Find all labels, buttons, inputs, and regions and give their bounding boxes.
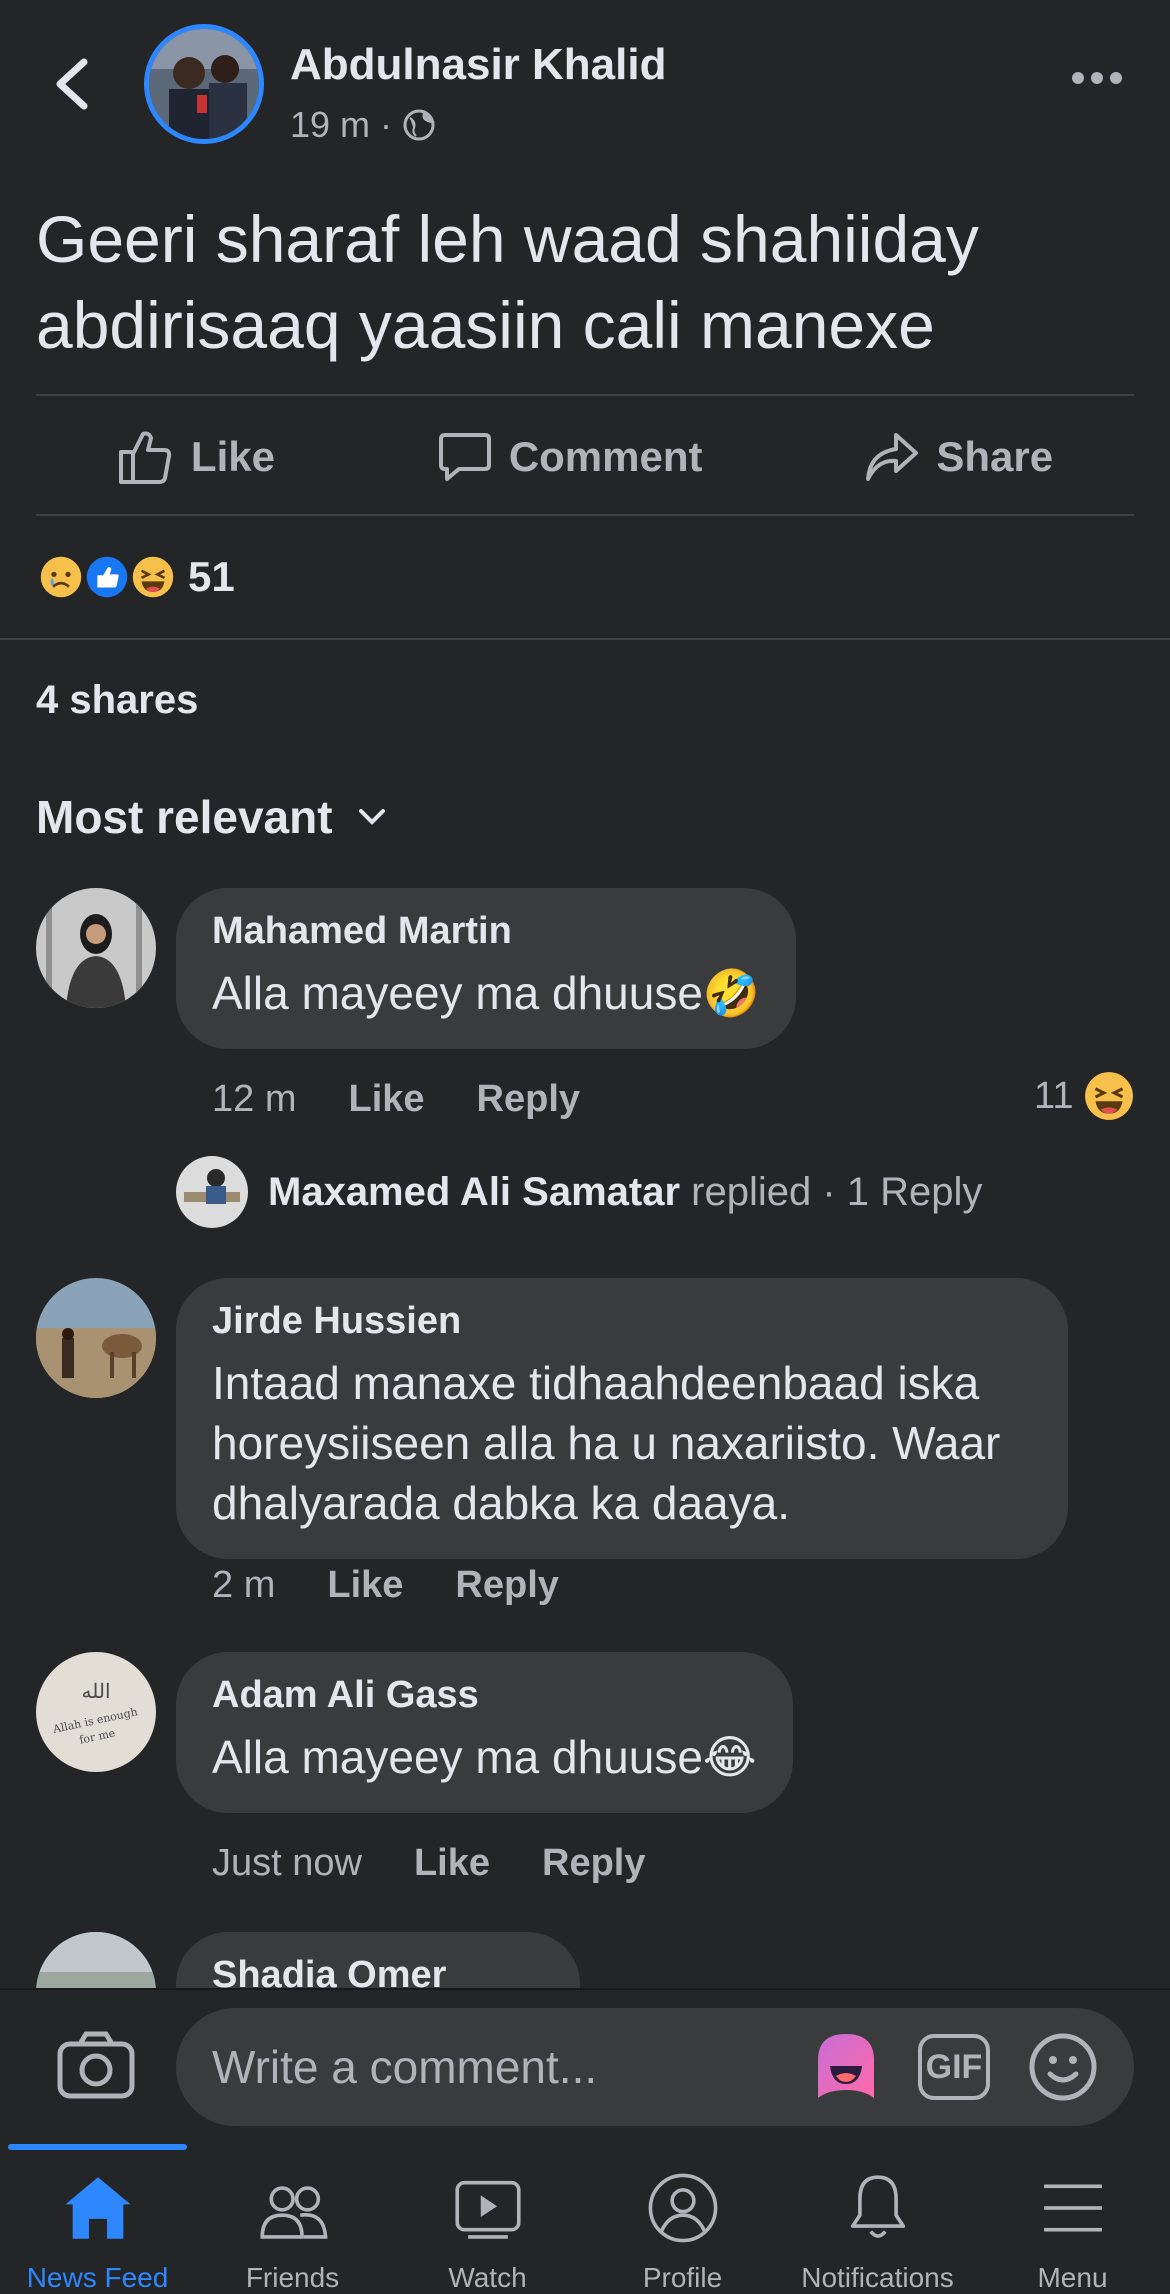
nav-label: Watch — [448, 2262, 527, 2293]
comment-time: 2 m — [212, 1564, 276, 1606]
comment-bubble[interactable]: Adam Ali Gass Alla mayeey ma dhuuse😂 — [176, 1652, 793, 1813]
comment-button[interactable]: Comment — [437, 429, 703, 485]
replier-name: Maxamed Ali Samatar — [268, 1169, 681, 1214]
replier-avatar — [176, 1156, 248, 1228]
comment-like-button[interactable]: Like — [348, 1078, 424, 1121]
watch-icon — [454, 2180, 521, 2239]
like-button[interactable]: Like — [117, 428, 275, 486]
nav-menu[interactable]: Menu — [975, 2140, 1170, 2294]
gif-button[interactable]: GIF — [918, 2034, 990, 2100]
nav-friends[interactable]: Friends — [195, 2140, 390, 2294]
nav-label: Profile — [642, 2262, 723, 2293]
nav-label: Menu — [1037, 2262, 1108, 2293]
sad-reaction-icon — [36, 552, 86, 602]
comment-time: Just now — [212, 1842, 362, 1884]
comment-meta: Just now Like Reply — [212, 1842, 646, 1885]
nav-news-feed[interactable]: News Feed — [0, 2140, 195, 2294]
like-label: Like — [190, 433, 275, 480]
divider — [36, 514, 1134, 516]
nav-notifications[interactable]: Notifications — [780, 2140, 975, 2294]
nav-profile[interactable]: Profile — [585, 2140, 780, 2294]
commenter-avatar[interactable]: الله Allah is enough for me — [36, 1652, 156, 1772]
haha-reaction-icon — [1085, 1072, 1134, 1120]
comment-bubble[interactable]: Mahamed Martin Alla mayeey ma dhuuse🤣 — [176, 888, 797, 1049]
more-options-icon[interactable] — [1070, 70, 1124, 86]
bottom-navigation: News Feed Friends Watch Profile Notifica… — [0, 2140, 1170, 2294]
friends-icon — [259, 2186, 328, 2239]
comment-reaction-count: 11 — [1034, 1074, 1074, 1117]
commenter-name[interactable]: Jirde Hussien — [212, 1300, 1032, 1343]
commenter-avatar[interactable] — [36, 888, 156, 1008]
replied-verb: replied — [691, 1169, 812, 1214]
post-author-name[interactable]: Abdulnasir Khalid — [290, 40, 666, 90]
meta-separator: · — [380, 104, 393, 145]
comment-reply-button[interactable]: Reply — [477, 1078, 580, 1121]
shares-count[interactable]: 4 shares — [36, 678, 198, 723]
post-actions: Like Comment Share — [36, 398, 1134, 516]
back-arrow-icon[interactable] — [52, 58, 92, 110]
share-label: Share — [936, 433, 1054, 480]
comment-icon — [438, 433, 491, 481]
nav-watch[interactable]: Watch — [390, 2140, 585, 2294]
comment-label: Comment — [508, 433, 703, 480]
post-text: Geeri sharaf leh waad shahiiday abdirisa… — [36, 202, 979, 362]
divider — [36, 394, 1134, 396]
reaction-summary[interactable]: 51 — [36, 552, 235, 602]
comment-reply-button[interactable]: Reply — [542, 1842, 645, 1885]
comment-reply-button[interactable]: Reply — [455, 1564, 558, 1607]
comment-bubble[interactable]: Jirde Hussien Intaad manaxe tidhaahdeenb… — [176, 1278, 1068, 1559]
comment-like-button[interactable]: Like — [414, 1842, 490, 1885]
camera-icon[interactable] — [56, 2030, 136, 2100]
nav-label: News Feed — [26, 2262, 169, 2293]
comment-meta: 12 m Like Reply — [212, 1078, 580, 1121]
post-time[interactable]: 19 m — [290, 104, 370, 146]
home-icon — [64, 2177, 131, 2239]
comment-text: Alla mayeey ma dhuuse😂 — [212, 1731, 757, 1783]
active-tab-indicator — [8, 2144, 187, 2150]
commenter-name[interactable]: Adam Ali Gass — [212, 1674, 757, 1717]
avatar-sticker-icon[interactable] — [808, 2030, 884, 2106]
post-meta: 19 m · — [290, 104, 436, 146]
reply-count: · 1 Reply — [822, 1169, 983, 1214]
author-avatar[interactable] — [144, 24, 264, 144]
globe-icon — [403, 109, 435, 141]
comment-like-button[interactable]: Like — [327, 1564, 403, 1607]
section-divider — [0, 638, 1170, 640]
replies-summary[interactable]: Maxamed Ali Samatar replied · 1 Reply — [176, 1156, 982, 1228]
menu-icon — [1043, 2184, 1102, 2232]
comment-meta: 2 m Like Reply — [212, 1564, 559, 1607]
commenter-name[interactable]: Mahamed Martin — [212, 910, 760, 953]
chevron-down-icon — [358, 809, 385, 825]
thumbs-up-icon — [118, 431, 172, 484]
comment-time: 12 m — [212, 1078, 297, 1120]
emoji-icon[interactable] — [1028, 2032, 1098, 2102]
comment-sort-selector[interactable]: Most relevant — [36, 790, 387, 844]
commenter-avatar[interactable] — [36, 1278, 156, 1398]
sort-label: Most relevant — [36, 791, 333, 843]
share-icon — [866, 433, 919, 481]
reaction-count: 51 — [188, 553, 235, 600]
svg-text:الله: الله — [82, 1679, 111, 1703]
profile-icon — [648, 2173, 717, 2243]
bell-icon — [850, 2175, 905, 2238]
haha-reaction-icon — [128, 552, 178, 602]
share-button[interactable]: Share — [864, 429, 1053, 485]
comment-text: Intaad manaxe tidhaahdeenbaad iska horey… — [212, 1357, 1001, 1529]
nav-label: Friends — [245, 2262, 340, 2293]
nav-label: Notifications — [801, 2262, 954, 2293]
comment-input[interactable]: Write a comment... — [176, 2008, 1134, 2126]
comment-text: Alla mayeey ma dhuuse🤣 — [212, 967, 761, 1019]
comment-reaction-summary[interactable]: 11 — [1034, 1070, 1135, 1122]
like-reaction-icon — [82, 552, 132, 602]
